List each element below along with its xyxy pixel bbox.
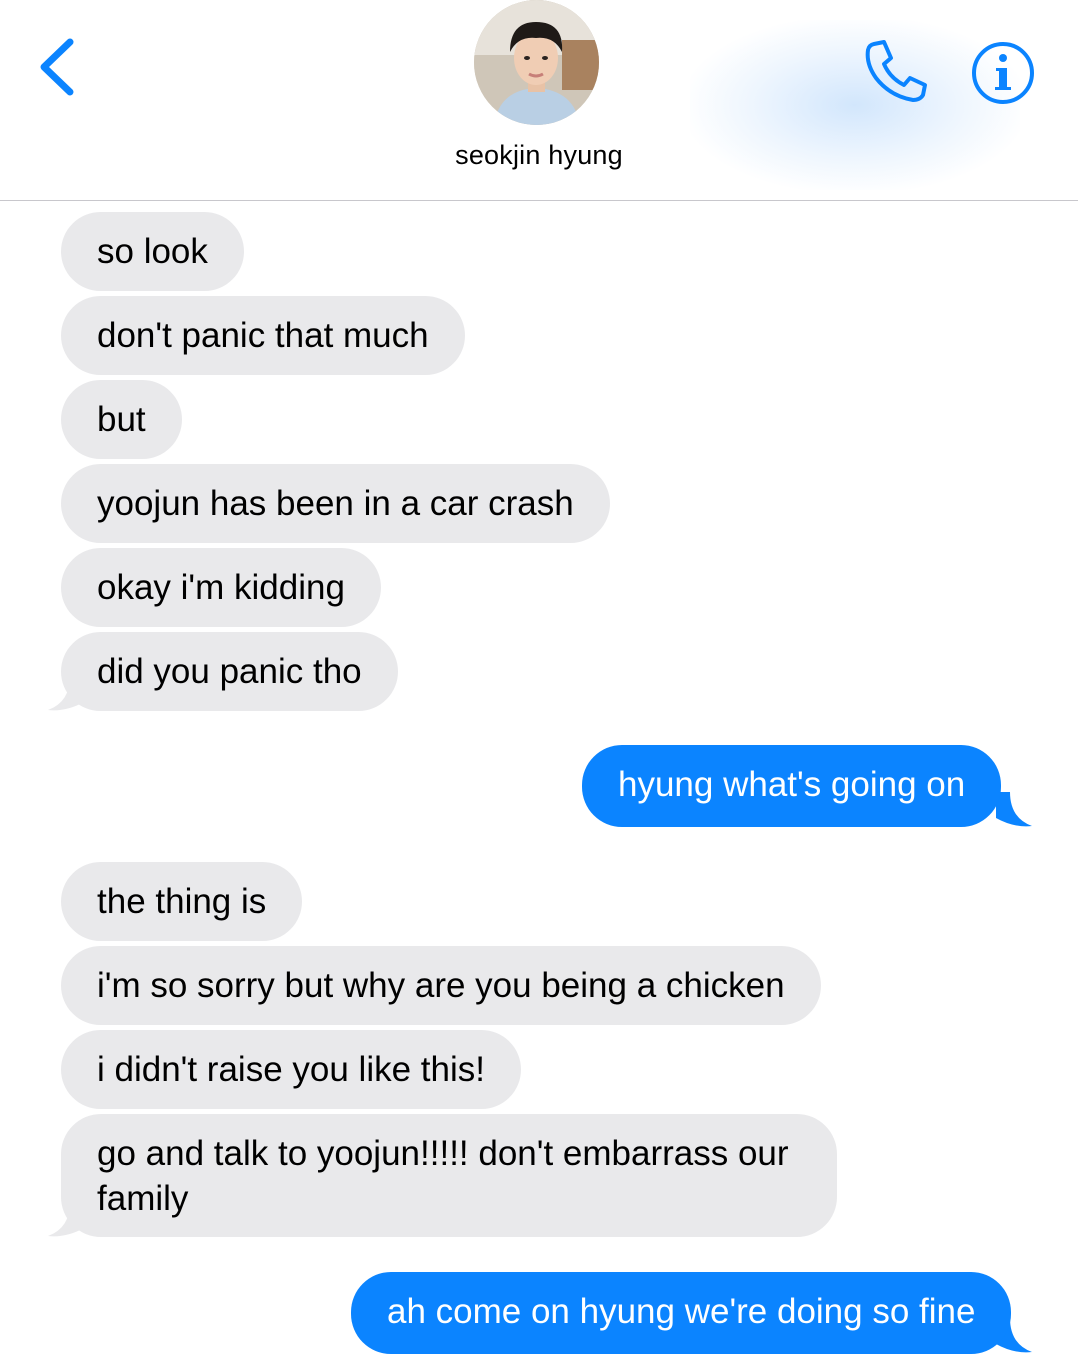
message-text: but	[97, 400, 146, 439]
message-text: did you panic tho	[97, 652, 362, 691]
message-text: okay i'm kidding	[97, 568, 345, 607]
message-text: so look	[97, 232, 208, 271]
message-text: i didn't raise you like this!	[97, 1050, 485, 1089]
outgoing-message[interactable]: hyung what's going on	[582, 745, 1002, 827]
message-text: hyung what's going on	[618, 765, 966, 804]
incoming-message[interactable]: i'm so sorry but why are you being a chi…	[61, 946, 821, 1025]
message-text: yoojun has been in a car crash	[97, 484, 574, 523]
message-text: don't panic that much	[97, 316, 429, 355]
message-thread: so look don't panic that much but yoojun…	[0, 0, 1078, 1369]
outgoing-bubble-tail	[996, 792, 1032, 827]
incoming-message[interactable]: go and talk to yoojun!!!!! don't embarra…	[61, 1114, 837, 1237]
incoming-message[interactable]: okay i'm kidding	[61, 548, 381, 627]
message-text: ah come on hyung we're doing so fine	[387, 1292, 976, 1331]
incoming-message[interactable]: did you panic tho	[61, 632, 398, 711]
incoming-message[interactable]: but	[61, 380, 182, 459]
outgoing-message[interactable]: ah come on hyung we're doing so fine	[351, 1272, 1012, 1354]
incoming-message[interactable]: yoojun has been in a car crash	[61, 464, 610, 543]
incoming-message[interactable]: so look	[61, 212, 244, 291]
incoming-message[interactable]: don't panic that much	[61, 296, 465, 375]
message-text: the thing is	[97, 882, 267, 921]
incoming-message[interactable]: i didn't raise you like this!	[61, 1030, 521, 1109]
message-text: i'm so sorry but why are you being a chi…	[97, 966, 785, 1005]
incoming-message[interactable]: the thing is	[61, 862, 303, 941]
message-text: go and talk to yoojun!!!!! don't embarra…	[97, 1134, 789, 1218]
